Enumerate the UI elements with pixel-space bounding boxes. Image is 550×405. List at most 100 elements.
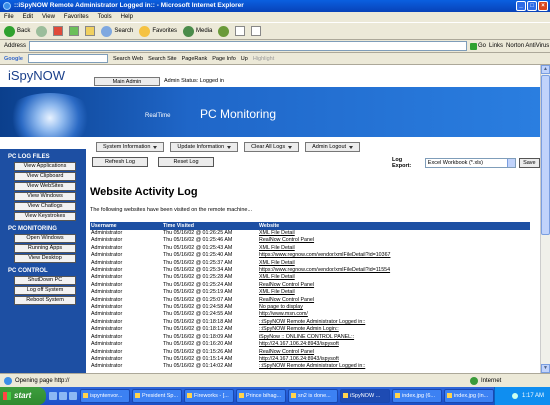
view-applications-button[interactable]: View Applications <box>14 162 76 171</box>
taskbar-window-button[interactable]: Prince bihag... <box>236 389 286 403</box>
view-desktop-button[interactable]: View Desktop <box>14 254 76 263</box>
taskbar-window-button[interactable]: ispyntenvor... <box>80 389 130 403</box>
taskbar-window-label: index.jpg (in... <box>454 393 489 399</box>
main-admin-button[interactable]: Main Admin <box>94 77 160 86</box>
scroll-down-icon[interactable]: ▼ <box>541 364 550 373</box>
favorites-button[interactable]: Favorites <box>139 25 177 37</box>
website-link[interactable]: ::iSpyNOW Remote Admin Login:: <box>258 326 530 333</box>
website-link[interactable]: https://www.regnow.com/vendor/xmlFileDet… <box>258 252 530 259</box>
highlight-button[interactable]: Highlight <box>253 56 274 62</box>
maximize-button[interactable]: □ <box>527 1 537 11</box>
view-windows-button[interactable]: View Windows <box>14 192 76 201</box>
website-link[interactable]: http://24.167.106.24:8943/ispysoft <box>258 356 530 363</box>
open-windows-button[interactable]: Open Windows <box>14 234 76 243</box>
up-button[interactable]: Up <box>241 56 248 62</box>
website-link[interactable]: RealNow Control Panel <box>258 349 530 356</box>
view-chatlogs-button[interactable]: View Chatlogs <box>14 202 76 211</box>
scroll-thumb[interactable] <box>541 75 550 235</box>
system-information-menu[interactable]: System Information <box>96 142 165 152</box>
taskbar-window-button[interactable]: index.jpg (6... <box>392 389 442 403</box>
admin-logout-menu[interactable]: Admin Logout <box>305 142 361 152</box>
username-cell: Administrator <box>91 259 123 266</box>
username-cell: Administrator <box>91 348 123 355</box>
menu-help[interactable]: Help <box>121 12 133 22</box>
clear-all-logs-menu[interactable]: Clear All Logs <box>244 142 300 152</box>
time-cell: Thu 05/16/02 @ 01:25:07 AM <box>163 296 233 303</box>
website-link[interactable]: http://www.msn.com/ <box>258 311 530 318</box>
website-link[interactable]: ::iSpyNOW Remote Administrator Logged in… <box>258 363 530 370</box>
back-button[interactable]: Back <box>4 25 30 37</box>
minimize-button[interactable]: _ <box>516 1 526 11</box>
home-button[interactable] <box>85 26 96 36</box>
menu-view[interactable]: View <box>42 12 55 22</box>
website-link[interactable]: XML File Detail <box>258 230 530 237</box>
website-link[interactable]: iSpyNow :: ONLINE CONTROL PANEL:: <box>258 334 530 341</box>
start-button[interactable]: start <box>0 387 46 405</box>
menu-favorites[interactable]: Favorites <box>64 12 89 22</box>
website-link[interactable]: http://24.167.106.24:8943/ispysoft <box>258 341 530 348</box>
menu-edit[interactable]: Edit <box>23 12 33 22</box>
website-link[interactable]: RealNow Control Panel <box>258 237 530 244</box>
quick-launch-icon[interactable] <box>59 392 67 400</box>
quick-launch-icon[interactable] <box>69 392 77 400</box>
taskbar-window-label: Prince bihag... <box>246 393 282 399</box>
view-websites-button[interactable]: View WebSites <box>14 182 76 191</box>
close-button[interactable]: × <box>538 1 548 11</box>
taskbar-window-button[interactable]: President Sp... <box>132 389 182 403</box>
view-clipboard-button[interactable]: View Clipboard <box>14 172 76 181</box>
mail-button[interactable] <box>235 26 246 36</box>
forward-button[interactable] <box>36 25 48 37</box>
save-button[interactable]: Save <box>518 158 540 168</box>
export-format-select[interactable]: Excel Workbook (*.xls) <box>424 158 516 168</box>
stop-button[interactable] <box>53 26 64 36</box>
running-apps-button[interactable]: Running Apps <box>14 244 76 253</box>
view-keystrokes-button[interactable]: View Keystrokes <box>14 212 76 221</box>
page-title: Website Activity Log <box>90 186 198 198</box>
menu-file[interactable]: File <box>4 12 14 22</box>
tray-icon[interactable] <box>511 393 518 399</box>
norton-antivirus-button[interactable]: Norton AntiVirus <box>506 43 549 49</box>
links-button[interactable]: Links <box>489 43 503 49</box>
media-button[interactable]: Media <box>183 25 212 37</box>
website-link[interactable]: RealNow Control Panel <box>258 297 530 304</box>
website-link[interactable]: https://www.regnow.com/vendor/xmlFileDet… <box>258 267 530 274</box>
mail-icon <box>235 26 246 36</box>
refresh-log-button[interactable]: Refresh Log <box>92 157 148 167</box>
page-info-button[interactable]: Page Info <box>212 56 236 62</box>
google-search-input[interactable] <box>27 54 108 63</box>
time-cell: Thu 05/16/02 @ 01:18:09 AM <box>163 333 233 340</box>
history-button[interactable] <box>218 25 230 37</box>
print-button[interactable] <box>251 26 262 36</box>
address-input[interactable] <box>29 41 468 51</box>
taskbar-window-button[interactable]: index.jpg (in... <box>444 389 494 403</box>
website-link[interactable]: XML File Detail <box>258 260 530 267</box>
search-site-button[interactable]: Search Site <box>148 56 176 62</box>
taskbar-window-button[interactable]: iSpyNOW ... <box>340 389 390 403</box>
search-button[interactable]: Search <box>101 25 133 37</box>
taskbar-window-button[interactable]: Fireworks - [... <box>184 389 234 403</box>
search-web-button[interactable]: Search Web <box>113 56 143 62</box>
go-button[interactable]: Go <box>470 42 486 50</box>
username-cell: Administrator <box>91 274 123 281</box>
website-link[interactable]: XML File Detail <box>258 274 530 281</box>
vertical-scrollbar[interactable]: ▲ ▼ <box>540 65 550 373</box>
scroll-up-icon[interactable]: ▲ <box>541 65 550 74</box>
menu-tools[interactable]: Tools <box>98 12 112 22</box>
reboot-system-button[interactable]: Reboot System <box>14 296 76 305</box>
taskbar-window-button[interactable]: sn2 is done... <box>288 389 338 403</box>
reset-log-button[interactable]: Reset Log <box>158 157 214 167</box>
taskbar-window-label: index.jpg (6... <box>402 393 436 399</box>
log-off-system-button[interactable]: Log off System <box>14 286 76 295</box>
website-link[interactable]: RealNow Control Panel <box>258 282 530 289</box>
update-information-menu[interactable]: Update Information <box>170 142 239 152</box>
shutdown-pc-button[interactable]: ShutDown PC <box>14 276 76 285</box>
website-link[interactable]: No page to display <box>258 304 530 311</box>
refresh-button[interactable] <box>69 26 80 36</box>
ie-logo-icon <box>3 2 11 10</box>
time-cell: Thu 05/16/02 @ 01:25:34 AM <box>163 267 233 274</box>
website-link[interactable]: ::iSpyNOW Remote Administrator Logged in… <box>258 319 530 326</box>
website-link[interactable]: XML File Detail <box>258 289 530 296</box>
top-nav: System Information Update Information Cl… <box>96 142 361 152</box>
quick-launch-icon[interactable] <box>49 392 57 400</box>
website-link[interactable]: XML File Detail <box>258 245 530 252</box>
